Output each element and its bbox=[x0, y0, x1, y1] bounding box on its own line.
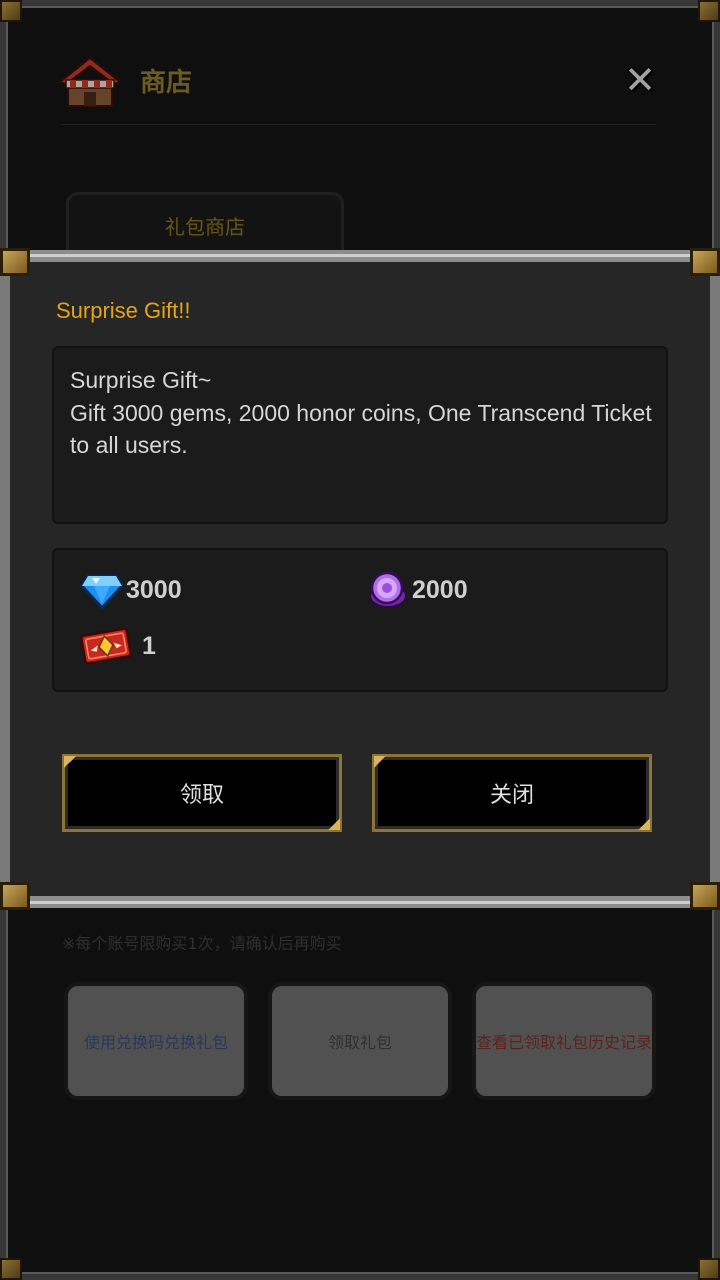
reward-gems: 3000 bbox=[80, 570, 182, 610]
reward-amount: 3000 bbox=[126, 575, 182, 604]
claim-button[interactable]: 领取 bbox=[62, 754, 342, 832]
gem-icon bbox=[80, 574, 124, 610]
message-line: to all users. bbox=[70, 432, 188, 458]
popup-corner bbox=[690, 882, 720, 910]
honor-coin-icon bbox=[369, 571, 407, 608]
popup-corner bbox=[0, 248, 30, 276]
reward-honor-coins: 2000 bbox=[366, 570, 468, 610]
message-line: Gift 3000 gems, 2000 honor coins, One Tr… bbox=[70, 399, 652, 426]
popup-corner bbox=[690, 248, 720, 276]
message-line: Surprise Gift~ bbox=[70, 367, 212, 393]
reward-amount: 1 bbox=[142, 631, 156, 660]
popup-corner bbox=[0, 882, 30, 910]
message-box: Surprise Gift~ Gift 3000 gems, 2000 hono… bbox=[52, 346, 668, 524]
popup-title: Surprise Gift!! bbox=[56, 298, 191, 323]
reward-amount: 2000 bbox=[412, 575, 468, 604]
close-popup-button[interactable]: 关闭 bbox=[372, 754, 652, 832]
reward-transcend-ticket: 1 bbox=[80, 626, 156, 666]
transcend-ticket-icon bbox=[80, 627, 132, 665]
